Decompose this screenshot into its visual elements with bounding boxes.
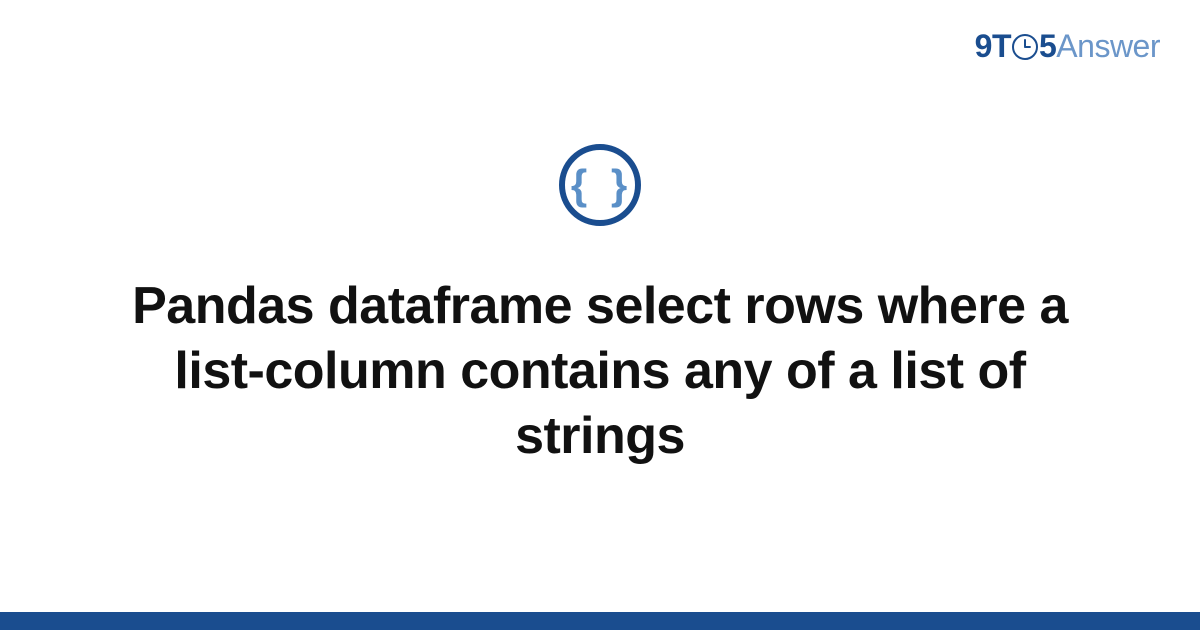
code-braces-icon: { } — [571, 164, 633, 206]
main-content: { } Pandas dataframe select rows where a… — [0, 0, 1200, 612]
question-title: Pandas dataframe select rows where a lis… — [100, 274, 1100, 469]
category-icon-circle: { } — [559, 144, 641, 226]
bottom-accent-bar — [0, 612, 1200, 630]
